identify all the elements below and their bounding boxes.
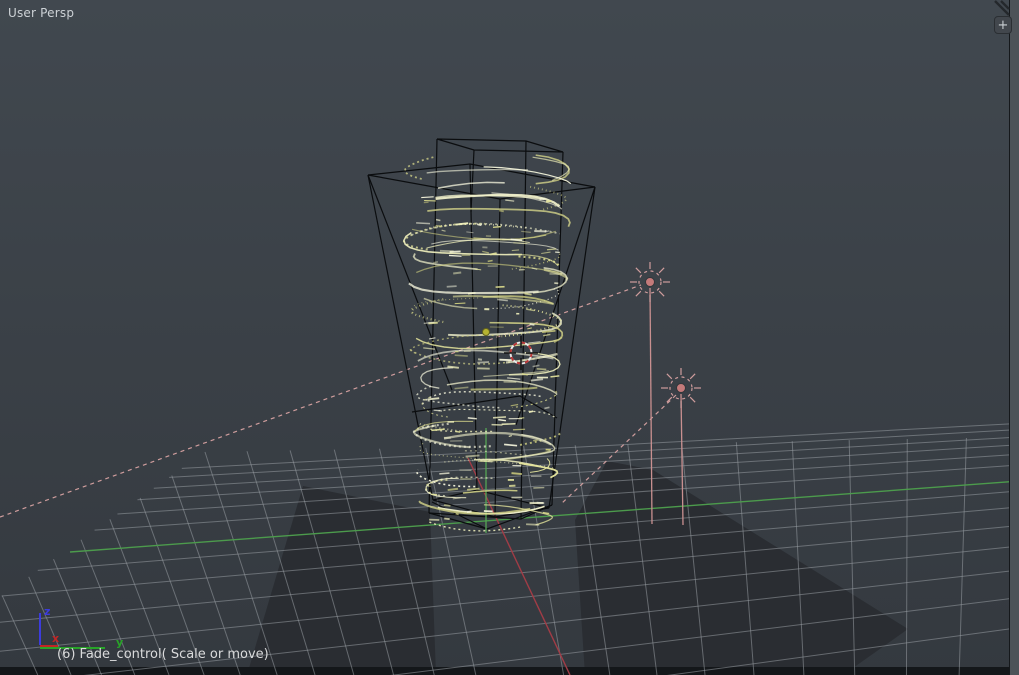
scene-canvas[interactable] <box>0 0 1019 675</box>
expand-panel-button[interactable]: + <box>994 16 1012 34</box>
object-origin-dot <box>483 329 490 336</box>
viewport-scrollbar[interactable] <box>1009 0 1019 675</box>
blender-3d-viewport[interactable]: User Persp (6) Fade_control( Scale or mo… <box>0 0 1019 675</box>
gizmo-z-label: z <box>44 605 50 618</box>
gizmo-x-label: x <box>52 632 59 645</box>
gizmo-y-label: y <box>116 636 123 649</box>
